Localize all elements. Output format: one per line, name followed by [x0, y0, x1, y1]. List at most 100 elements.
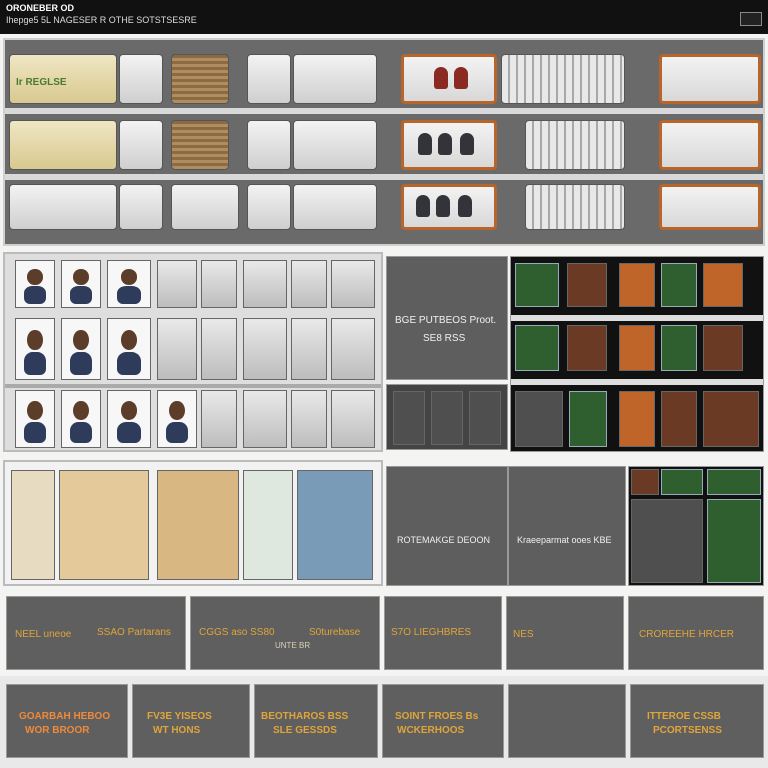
card-strip — [386, 384, 508, 450]
card[interactable] — [703, 391, 759, 447]
portrait-card[interactable] — [61, 260, 101, 308]
card[interactable] — [201, 318, 237, 380]
card[interactable] — [619, 391, 655, 447]
product-box[interactable] — [119, 54, 163, 104]
card[interactable] — [631, 499, 703, 583]
portrait-card[interactable] — [107, 390, 151, 448]
portrait-card[interactable] — [157, 390, 197, 448]
product-box[interactable] — [525, 120, 625, 170]
card[interactable] — [393, 391, 425, 445]
product-box[interactable] — [293, 184, 377, 230]
portrait-card[interactable] — [15, 318, 55, 380]
card[interactable] — [515, 391, 563, 447]
card[interactable] — [631, 469, 659, 495]
product-box[interactable] — [247, 120, 291, 170]
product-box[interactable] — [119, 184, 163, 230]
card[interactable] — [469, 391, 501, 445]
portrait-card[interactable] — [107, 260, 151, 308]
product-box[interactable] — [9, 184, 117, 230]
card[interactable] — [619, 263, 655, 307]
shelf-unit[interactable] — [297, 470, 373, 580]
figure-icon — [418, 133, 432, 155]
product-box[interactable] — [247, 54, 291, 104]
card[interactable] — [431, 391, 463, 445]
portrait-card[interactable] — [107, 318, 151, 380]
figure-box[interactable] — [401, 120, 497, 170]
product-box[interactable] — [119, 120, 163, 170]
price-subtext: UNTE BR — [275, 641, 311, 650]
card[interactable] — [291, 260, 327, 308]
bottom-panel[interactable]: ITTEROE CSSB PCORTSENSS — [630, 684, 764, 758]
card[interactable] — [515, 263, 559, 307]
portrait-card[interactable] — [15, 390, 55, 448]
bottom-panel[interactable]: GOARBAH HEBOO WOR BROOR — [6, 684, 128, 758]
card[interactable] — [243, 390, 287, 448]
bottom-panel[interactable] — [508, 684, 626, 758]
card[interactable] — [661, 391, 697, 447]
card[interactable] — [291, 390, 327, 448]
product-box[interactable]: Ir REGLSE — [9, 54, 117, 104]
product-box[interactable] — [525, 184, 625, 230]
bottom-line2: WT HONS — [153, 725, 201, 736]
card[interactable] — [291, 318, 327, 380]
card[interactable] — [243, 260, 287, 308]
card[interactable] — [619, 325, 655, 371]
card[interactable] — [661, 263, 697, 307]
card[interactable] — [331, 318, 375, 380]
card[interactable] — [157, 318, 197, 380]
product-box[interactable] — [247, 184, 291, 230]
product-box[interactable] — [501, 54, 625, 104]
product-box[interactable] — [659, 120, 761, 170]
card[interactable] — [567, 325, 607, 371]
shelf-unit[interactable] — [59, 470, 149, 580]
product-box[interactable] — [171, 120, 229, 170]
portrait-card[interactable] — [61, 390, 101, 448]
bottom-panel[interactable]: FV3E YISEOS WT HONS — [132, 684, 250, 758]
price-panel[interactable]: NES — [506, 596, 624, 670]
product-box[interactable] — [171, 54, 229, 104]
card[interactable] — [707, 499, 761, 583]
title-bar: ORONEBER OD Ihepge5 5L NAGESER R OTHE SO… — [0, 0, 768, 34]
figure-icon — [458, 195, 472, 217]
figure-box[interactable] — [401, 54, 497, 104]
product-box[interactable] — [293, 120, 377, 170]
product-box[interactable] — [9, 120, 117, 170]
card[interactable] — [201, 260, 237, 308]
portrait-card[interactable] — [61, 318, 101, 380]
price-panel[interactable]: S7O LIEGHBRES — [384, 596, 502, 670]
price-panel[interactable]: NEEL uneoe SSAO Partarans — [6, 596, 186, 670]
card[interactable] — [331, 260, 375, 308]
info-caption-line1: BGE PUTBEOS Proot. — [395, 315, 497, 326]
price-text: S0turebase — [309, 627, 361, 638]
card[interactable] — [703, 325, 743, 371]
product-box[interactable] — [659, 184, 761, 230]
shelf-unit[interactable] — [243, 470, 293, 580]
portrait-card[interactable] — [15, 260, 55, 308]
bottom-panel[interactable]: BEOTHAROS BSS SLE GESSDS — [254, 684, 378, 758]
shelf-unit[interactable] — [157, 470, 239, 580]
price-panel[interactable]: CROREEHE HRCER — [628, 596, 764, 670]
product-box[interactable] — [293, 54, 377, 104]
card[interactable] — [157, 260, 197, 308]
figure-box[interactable] — [401, 184, 497, 230]
card[interactable] — [567, 263, 607, 307]
card[interactable] — [331, 390, 375, 448]
card[interactable] — [201, 390, 237, 448]
card[interactable] — [515, 325, 559, 371]
card[interactable] — [243, 318, 287, 380]
figure-icon — [416, 195, 430, 217]
product-box[interactable] — [171, 184, 239, 230]
bottom-line2: SLE GESSDS — [273, 725, 337, 736]
close-icon[interactable] — [740, 12, 762, 26]
bottom-panel[interactable]: SOINT FROES Bs WCKERHOOS — [382, 684, 504, 758]
shelf-unit[interactable] — [11, 470, 55, 580]
card[interactable] — [703, 263, 743, 307]
card[interactable] — [707, 469, 761, 495]
price-panel[interactable]: CGGS aso SS80 UNTE BR S0turebase — [190, 596, 380, 670]
product-box[interactable] — [659, 54, 761, 104]
card[interactable] — [661, 469, 703, 495]
shelf-divider — [5, 174, 763, 180]
card[interactable] — [661, 325, 697, 371]
card[interactable] — [569, 391, 607, 447]
info-caption-line2: SE8 RSS — [423, 333, 466, 344]
